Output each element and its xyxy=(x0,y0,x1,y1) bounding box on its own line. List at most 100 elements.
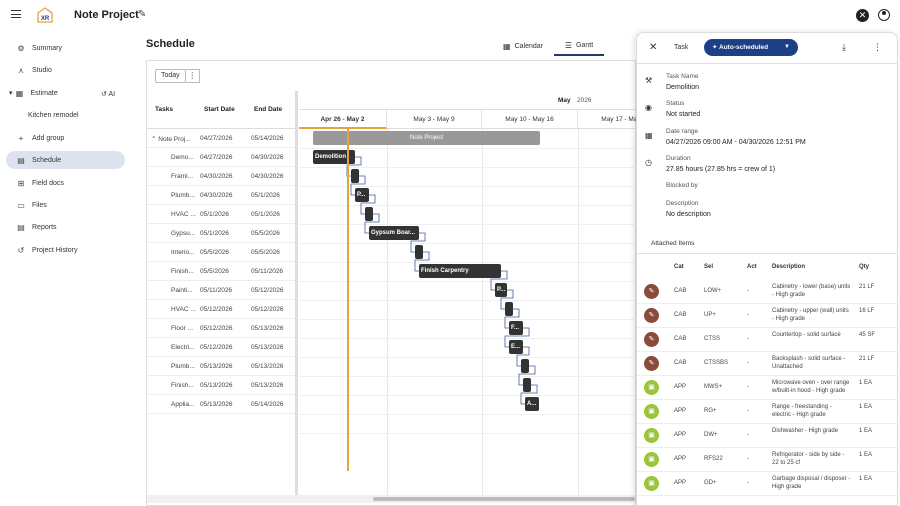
field-value[interactable]: 04/27/2026 09:00 AM - 04/30/2026 12:51 P… xyxy=(666,139,806,146)
item-row[interactable]: ✎ CAB CTSSBS - Backsplash - solid surface - … xyxy=(637,352,897,376)
task-bar[interactable]: P... xyxy=(495,283,507,297)
task-end-date: 05/5/2026 xyxy=(251,249,280,256)
chevron-down-icon[interactable]: ▾ xyxy=(9,89,13,97)
sidebar-item-kitchen-remodel[interactable]: Kitchen remodel xyxy=(28,112,79,119)
scroll-thumb[interactable] xyxy=(373,497,635,501)
item-description: Cabinetry - upper (wall) units - High gr… xyxy=(772,308,849,322)
task-row[interactable]: Applia... 05/13/2026 05/14/2026 xyxy=(147,395,297,414)
item-row[interactable]: ▣ APP MWS+ - Microwave oven - over range w/b… xyxy=(637,376,897,400)
task-row[interactable]: Interio... 05/5/2026 05/5/2026 xyxy=(147,243,297,262)
item-qty: 1 EA xyxy=(859,428,873,434)
task-bar[interactable] xyxy=(521,359,529,373)
ai-button[interactable]: ↺ AI xyxy=(101,90,115,98)
menu-icon[interactable] xyxy=(11,10,21,18)
task-bar[interactable]: P... xyxy=(355,188,369,202)
item-cat: APP xyxy=(674,456,687,462)
task-bar[interactable]: A... xyxy=(525,397,539,411)
col-end-date[interactable]: End Date xyxy=(254,106,282,113)
item-row[interactable]: ▣ APP DW+ - Dishwasher - High grade 1 EA xyxy=(637,424,897,448)
tab-gantt[interactable]: ☰ Gantt xyxy=(554,36,604,56)
item-sel: GD+ xyxy=(704,480,717,486)
task-end-date: 05/14/2026 xyxy=(251,135,284,142)
sidebar-item-reports[interactable]: ▤ Reports xyxy=(6,218,125,236)
today-marker xyxy=(347,129,349,471)
more-vert-icon[interactable]: ⋮ xyxy=(873,42,882,53)
today-button[interactable]: Today xyxy=(155,69,186,83)
item-row[interactable]: ✎ CAB UP+ - Cabinetry - upper (wall) units -… xyxy=(637,304,897,328)
sidebar-item-label: Files xyxy=(32,201,47,209)
task-bar[interactable] xyxy=(523,378,531,392)
task-row[interactable]: Plumb... 05/13/2026 05/13/2026 xyxy=(147,357,297,376)
item-row[interactable]: ✎ CAB CTSS - Countertop - solid surface 45 SF xyxy=(637,328,897,352)
item-row[interactable]: ▣ APP RG+ - Range - freestanding - electric … xyxy=(637,400,897,424)
sidebar-item-summary[interactable]: ⚙ Summary xyxy=(6,39,125,57)
grid-splitter[interactable] xyxy=(295,91,298,495)
item-act: - xyxy=(747,456,749,462)
download-icon[interactable]: ⤓ xyxy=(842,42,846,53)
more-options-icon[interactable]: ⋮ xyxy=(185,69,200,83)
task-end-date: 05/12/2026 xyxy=(251,306,284,313)
item-row[interactable]: ✎ CAB LOW+ - Cabinetry - lower (base) units … xyxy=(637,280,897,304)
task-row[interactable]: HVAC ... 05/1/2026 05/1/2026 xyxy=(147,205,297,224)
task-bar[interactable] xyxy=(351,169,359,183)
sidebar-item-schedule[interactable]: ▤ Schedule xyxy=(6,151,125,169)
sidebar-item-project-history[interactable]: ↺ Project History xyxy=(6,241,125,259)
edit-pencil-icon[interactable]: ✎ xyxy=(138,9,146,20)
field-value[interactable]: No description xyxy=(666,211,711,218)
field-value[interactable]: Not started xyxy=(666,111,700,118)
collapse-icon[interactable]: ⌃ xyxy=(151,136,158,143)
field-value[interactable]: Demolition xyxy=(666,84,699,91)
item-description: Cabinetry - lower (base) units - High gr… xyxy=(772,284,851,298)
task-bar[interactable]: Demolition xyxy=(313,150,355,164)
tab-calendar[interactable]: ▦ Calendar xyxy=(503,36,549,56)
close-icon[interactable]: ✕ xyxy=(649,42,657,53)
task-row[interactable]: HVAC ... 05/12/2026 05/12/2026 xyxy=(147,300,297,319)
sidebar-item-label: Project History xyxy=(32,246,78,254)
field-value[interactable]: 27.85 hours (27.85 hrs = crew of 1) xyxy=(666,166,775,173)
task-bar[interactable]: Finish Carpentry xyxy=(419,264,501,278)
col-start-date[interactable]: Start Date xyxy=(204,106,235,113)
task-row[interactable]: Gypsu... 05/1/2026 05/5/2026 xyxy=(147,224,297,243)
task-row[interactable]: Demo... 04/27/2026 04/30/2026 xyxy=(147,148,297,167)
task-bar[interactable] xyxy=(365,207,373,221)
task-row[interactable]: ⌃ Note Proj... 04/27/2026 05/14/2026 xyxy=(147,129,297,148)
sidebar-item-add-group[interactable]: + Add group xyxy=(6,129,125,147)
task-start-date: 05/12/2026 xyxy=(200,344,233,351)
item-qty: 1 EA xyxy=(859,452,873,458)
task-bar[interactable]: Gypsum Boar... xyxy=(369,226,419,240)
sidebar-item-field-docs[interactable]: ⊞ Field docs xyxy=(6,174,125,192)
task-row[interactable]: Finish... 05/13/2026 05/13/2026 xyxy=(147,376,297,395)
task-row[interactable]: Painti... 05/11/2026 05/12/2026 xyxy=(147,281,297,300)
item-row[interactable]: ▣ APP GD+ - Garbage disposal / disposer - Hi… xyxy=(637,472,897,496)
task-bar[interactable]: E... xyxy=(509,340,523,354)
task-start-date: 05/5/2026 xyxy=(200,249,229,256)
auto-scheduled-button[interactable]: ✦ Auto-scheduled ▼ xyxy=(704,39,798,56)
estimate-icon: ▦ xyxy=(15,88,24,98)
item-act: - xyxy=(747,480,749,486)
task-end-date: 05/13/2026 xyxy=(251,325,284,332)
task-name: Interio... xyxy=(171,249,195,256)
task-tab[interactable]: Task xyxy=(674,44,688,51)
account-icon[interactable] xyxy=(878,9,890,21)
divider xyxy=(637,253,897,254)
task-row[interactable]: Frami... 04/30/2026 04/30/2026 xyxy=(147,167,297,186)
tools-icon[interactable]: ✕ xyxy=(856,9,869,22)
project-title: Note Project xyxy=(74,9,139,21)
sidebar-item-studio[interactable]: ⋏ Studio xyxy=(6,61,125,79)
col-tasks[interactable]: Tasks xyxy=(155,106,173,113)
item-description: Countertop - solid surface xyxy=(772,332,841,338)
item-cat: APP xyxy=(674,480,687,486)
cabinetry-icon: ✎ xyxy=(644,332,659,347)
task-bar[interactable] xyxy=(505,302,513,316)
task-row[interactable]: Plumb... 04/30/2026 05/1/2026 xyxy=(147,186,297,205)
horizontal-scrollbar[interactable] xyxy=(147,495,635,503)
task-row[interactable]: Floor ... 05/12/2026 05/13/2026 xyxy=(147,319,297,338)
item-row[interactable]: ▣ APP RFS22 - Refrigerator - side by side - … xyxy=(637,448,897,472)
item-cat: APP xyxy=(674,432,687,438)
item-act: - xyxy=(747,288,749,294)
task-bar[interactable]: F... xyxy=(509,321,523,335)
sidebar-item-files[interactable]: ▭ Files xyxy=(6,196,125,214)
task-row[interactable]: Finish... 05/5/2026 05/11/2026 xyxy=(147,262,297,281)
task-row[interactable]: Electri... 05/12/2026 05/13/2026 xyxy=(147,338,297,357)
task-bar[interactable] xyxy=(415,245,423,259)
